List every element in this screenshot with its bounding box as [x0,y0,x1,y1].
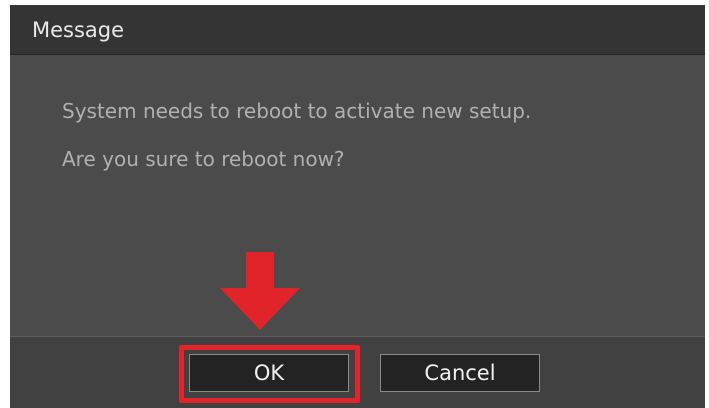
dialog-footer: OK Cancel [10,336,705,408]
cancel-button[interactable]: Cancel [380,354,540,392]
message-line-2: Are you sure to reboot now? [62,147,345,171]
ok-button[interactable]: OK [189,354,349,392]
dialog-title: Message [32,18,125,42]
message-dialog: Message System needs to reboot to activa… [10,5,705,408]
message-line-1: System needs to reboot to activate new s… [62,99,532,123]
dialog-titlebar: Message [10,5,705,55]
